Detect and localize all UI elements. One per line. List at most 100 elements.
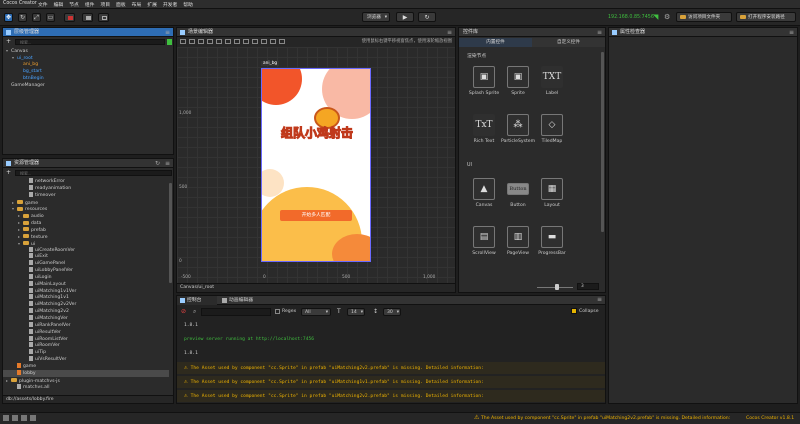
menu-item[interactable]: 编辑	[54, 1, 64, 8]
local-toggle[interactable]	[82, 13, 93, 22]
panel-menu-icon[interactable]: ≡	[165, 159, 170, 168]
align-button-icon[interactable]	[279, 39, 285, 44]
align-button-icon[interactable]	[234, 39, 240, 44]
console-filter-input[interactable]	[201, 308, 271, 316]
zoom-slider-handle[interactable]	[555, 284, 559, 290]
hierarchy-node[interactable]: ▾ ui_root	[3, 54, 173, 61]
rotate-tool-button[interactable]: ↻	[18, 13, 27, 22]
settings-icon[interactable]: ⚙	[664, 13, 670, 21]
hierarchy-node[interactable]: ▾ Canvas	[3, 47, 173, 54]
menu-item[interactable]: 面板	[116, 1, 126, 8]
console-log-entry[interactable]: ⚠ The Asset used by component "cc.Sprite"…	[177, 390, 605, 402]
align-button-icon[interactable]	[243, 39, 249, 44]
rect-tool-button[interactable]: ▭	[46, 13, 55, 22]
align-button-icon[interactable]	[189, 39, 195, 44]
widget-button[interactable]: Button Button	[501, 178, 535, 208]
menu-item[interactable]: 帮助	[183, 1, 193, 8]
status-icon[interactable]	[12, 415, 18, 421]
asset-item-label: uiVsResultVer	[35, 357, 67, 363]
refresh-icon[interactable]: ↻	[155, 159, 160, 168]
add-node-icon[interactable]: +	[6, 38, 11, 45]
zoom-value-field[interactable]: 3	[577, 283, 599, 290]
widget-particlesystem[interactable]: ⁂ ParticleSystem	[501, 114, 535, 144]
align-button-icon[interactable]	[207, 39, 213, 44]
console-log-entry[interactable]: 1.8.1	[177, 348, 605, 360]
hierarchy-node[interactable]: btnBegin	[3, 75, 173, 82]
align-button-icon[interactable]	[198, 39, 204, 44]
clear-icon[interactable]: ⊘	[181, 308, 186, 315]
widget-scrollview[interactable]: ▤ ScrollView	[467, 226, 501, 256]
assets-scrollbar[interactable]	[169, 183, 172, 283]
hierarchy-node[interactable]: GameManager	[3, 82, 173, 89]
widget-rich-text[interactable]: TxT Rich Text	[467, 114, 501, 144]
tab-animation[interactable]: 动画编辑器	[219, 296, 267, 305]
regex-checkbox[interactable]	[275, 309, 280, 314]
align-button-icon[interactable]	[216, 39, 222, 44]
panel-menu-icon[interactable]: ≡	[789, 28, 794, 37]
scene-viewport[interactable]: 1,000 500 0 -500 0 500 1,000 组队小鸡射击 开始多人…	[177, 47, 455, 283]
panel-menu-icon[interactable]: ≡	[447, 28, 452, 37]
panel-menu-icon[interactable]: ≡	[597, 296, 602, 303]
widget-pageview[interactable]: ▥ PageView	[501, 226, 535, 256]
library-scrollbar[interactable]	[601, 52, 604, 232]
pivot-toggle[interactable]	[64, 13, 75, 22]
menu-item[interactable]: 节点	[69, 1, 79, 8]
status-icon[interactable]	[3, 415, 9, 421]
console-log-entry[interactable]: preview server running at http://localho…	[177, 334, 605, 346]
widget-canvas[interactable]: ▲ Canvas	[467, 178, 501, 208]
asset-item-label: game	[23, 363, 37, 369]
font-size-value: 14	[351, 310, 357, 315]
console-log-entry[interactable]: ⚠ The Asset used by component "cc.Sprite"…	[177, 376, 605, 388]
align-button-icon[interactable]	[252, 39, 258, 44]
widget-splash-sprite[interactable]: ▣ Splash Sprite	[467, 66, 501, 96]
line-height-select[interactable]: 30 ▾	[383, 308, 401, 316]
open-install-path-button[interactable]: 打开程序安装路径	[736, 12, 796, 22]
game-canvas[interactable]: 组队小鸡射击 开始多人匹配	[261, 68, 371, 262]
scale-tool-button[interactable]: ⤢	[32, 13, 41, 22]
hierarchy-search-input[interactable]	[15, 39, 165, 45]
play-button[interactable]: ▶	[396, 12, 414, 22]
widget-progressbar[interactable]: ▬ ProgressBar	[535, 226, 569, 256]
search-toggle-icon[interactable]	[167, 39, 172, 45]
hierarchy-node[interactable]: ani_bg	[3, 61, 173, 68]
menu-item[interactable]: 扩展	[147, 1, 157, 8]
assets-search-input[interactable]	[15, 170, 172, 176]
widget-tiledmap[interactable]: ◇ TiledMap	[535, 114, 569, 144]
open-project-folder-button[interactable]: 访问项目文件夹	[676, 12, 732, 22]
widget-label[interactable]: TXT Label	[535, 66, 569, 96]
global-toggle[interactable]	[98, 13, 109, 22]
menu-item[interactable]: 开发者	[163, 1, 177, 8]
asset-item-label: uiMatching2v2	[35, 309, 69, 315]
asset-item[interactable]: matchvs.all	[3, 383, 169, 391]
menu-item[interactable]: 布局	[132, 1, 142, 8]
add-asset-icon[interactable]: +	[6, 169, 11, 176]
widget-layout[interactable]: ▦ Layout	[535, 178, 569, 208]
align-button-icon[interactable]	[180, 39, 186, 44]
menu-item[interactable]: 组件	[85, 1, 95, 8]
refresh-button[interactable]: ↻	[418, 12, 436, 22]
align-button-icon[interactable]	[225, 39, 231, 44]
status-icon[interactable]	[21, 415, 27, 421]
console-log-entry[interactable]: 1.8.1	[177, 320, 605, 332]
widget-sprite[interactable]: ▣ Sprite	[501, 66, 535, 96]
menu-item[interactable]: 项目	[100, 1, 110, 8]
align-button-icon[interactable]	[270, 39, 276, 44]
console-log-entry[interactable]: ⚠ The Asset used by component "cc.Sprite"…	[177, 362, 605, 374]
tab-builtin[interactable]: 内置控件	[459, 38, 532, 47]
level-select[interactable]: All ▾	[301, 308, 331, 316]
align-button-icon[interactable]	[261, 39, 267, 44]
platform-select[interactable]: 浏览器 ▾	[362, 12, 390, 22]
menu-item[interactable]: 文件	[38, 1, 48, 8]
hierarchy-node[interactable]: bg_start	[3, 68, 173, 75]
panel-menu-icon[interactable]: ≡	[597, 28, 602, 37]
widget-label: Canvas	[475, 203, 493, 208]
start-match-button[interactable]: 开始多人匹配	[280, 210, 352, 221]
panel-menu-icon[interactable]: ≡	[165, 28, 170, 37]
tab-console[interactable]: 控制台	[177, 296, 217, 305]
status-icon[interactable]	[30, 415, 36, 421]
scene-icon	[180, 30, 185, 35]
move-tool-button[interactable]: ✥	[4, 13, 13, 22]
collapse-checkbox[interactable]	[571, 308, 577, 314]
tab-custom[interactable]: 自定义控件	[532, 38, 605, 47]
font-size-select[interactable]: 14 ▾	[347, 308, 365, 316]
